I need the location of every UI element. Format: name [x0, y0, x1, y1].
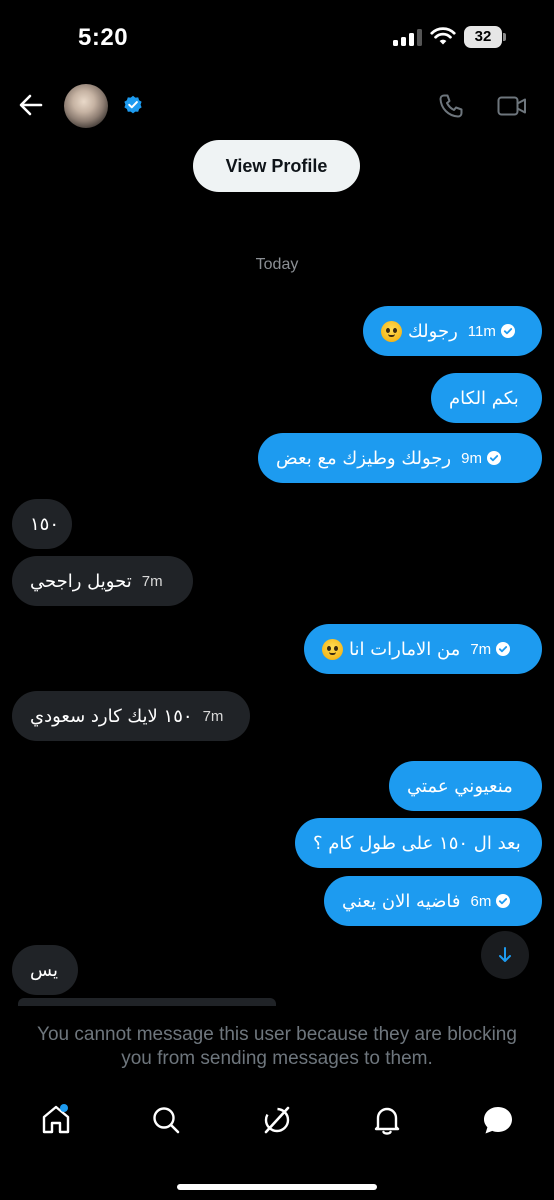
- back-arrow-icon[interactable]: [16, 90, 46, 120]
- message-text: بعد ال ١٥٠ على طول كام ؟: [313, 832, 521, 854]
- grok-icon: [264, 1106, 290, 1134]
- arrow-down-icon: [499, 947, 511, 962]
- blocked-message-notice: You cannot message this user because the…: [37, 1024, 517, 1069]
- phone-call-icon[interactable]: [438, 93, 464, 119]
- read-receipt-icon: [496, 894, 511, 908]
- search-icon: [153, 1107, 180, 1134]
- bottom-tab-bar: [0, 1093, 554, 1153]
- verified-badge-icon: [124, 95, 142, 114]
- wifi-icon: [430, 27, 456, 45]
- message-time: 7m: [141, 572, 163, 590]
- status-time: 5:20: [78, 24, 129, 51]
- message-text: ١٥٠ لايك كارد سعودي: [30, 705, 193, 727]
- message-text: بكم الكام: [449, 387, 519, 409]
- message-bubble-outgoing[interactable]: بكم الكام: [431, 373, 542, 423]
- message-bubble-incoming[interactable]: تحويل راجحي 7m: [12, 556, 193, 606]
- message-text: رجولك: [408, 320, 458, 342]
- bell-icon: [374, 1107, 400, 1135]
- notification-dot: [60, 1104, 68, 1112]
- read-receipt-icon: [486, 451, 501, 465]
- video-call-icon[interactable]: [497, 93, 527, 119]
- message-text: تحويل راجحي: [30, 570, 132, 592]
- message-time: 6m: [470, 892, 492, 910]
- message-bubble-outgoing[interactable]: منعيوني عمتي: [389, 761, 542, 811]
- message-bubble-outgoing[interactable]: رجولك 11m: [363, 306, 542, 356]
- grok-tab[interactable]: [260, 1103, 294, 1137]
- avatar[interactable]: [64, 84, 108, 128]
- cellular-signal-icon: [393, 29, 423, 46]
- home-indicator: [177, 1184, 377, 1190]
- message-time: 11m: [467, 322, 496, 340]
- message-bubble-outgoing[interactable]: بعد ال ١٥٠ على طول كام ؟: [295, 818, 542, 868]
- crying-face-emoji-icon: [322, 638, 343, 660]
- read-receipt-icon: [496, 642, 511, 656]
- message-bubble-outgoing[interactable]: رجولك وطيزك مع بعض 9m: [258, 433, 542, 483]
- message-bubble-incoming[interactable]: ١٥٠: [12, 499, 72, 549]
- notifications-tab[interactable]: [370, 1103, 404, 1137]
- message-text: منعيوني عمتي: [407, 775, 513, 797]
- chat-bubble-icon: [484, 1107, 512, 1134]
- view-profile-button[interactable]: View Profile: [193, 140, 360, 192]
- messages-tab[interactable]: [481, 1103, 515, 1137]
- message-bubble-incoming[interactable]: يس: [12, 945, 78, 995]
- message-bubble-outgoing[interactable]: من الامارات انا 7m: [304, 624, 542, 674]
- status-bar: 5:20 32: [0, 0, 554, 72]
- message-time: 9m: [461, 449, 482, 467]
- scroll-to-bottom-button[interactable]: [481, 931, 529, 979]
- search-tab[interactable]: [149, 1103, 183, 1137]
- message-time: 7m: [470, 640, 492, 658]
- message-bubble-incoming[interactable]: ١٥٠ لايك كارد سعودي 7m: [12, 691, 250, 741]
- message-bubble-incoming: [18, 998, 276, 1006]
- date-separator: Today: [255, 256, 299, 273]
- message-text: ١٥٠: [30, 513, 60, 535]
- message-time: 7m: [202, 707, 224, 725]
- message-bubble-outgoing[interactable]: فاضيه الان يعني 6m: [324, 876, 542, 926]
- battery-icon: 32: [464, 26, 506, 48]
- message-text: يس: [30, 959, 58, 981]
- battery-level: 32: [464, 26, 502, 48]
- pleading-face-emoji-icon: [381, 320, 402, 342]
- message-text: من الامارات انا: [349, 638, 461, 660]
- message-text: رجولك وطيزك مع بعض: [276, 447, 452, 469]
- message-text: فاضيه الان يعني: [342, 890, 461, 912]
- read-receipt-icon: [500, 324, 515, 338]
